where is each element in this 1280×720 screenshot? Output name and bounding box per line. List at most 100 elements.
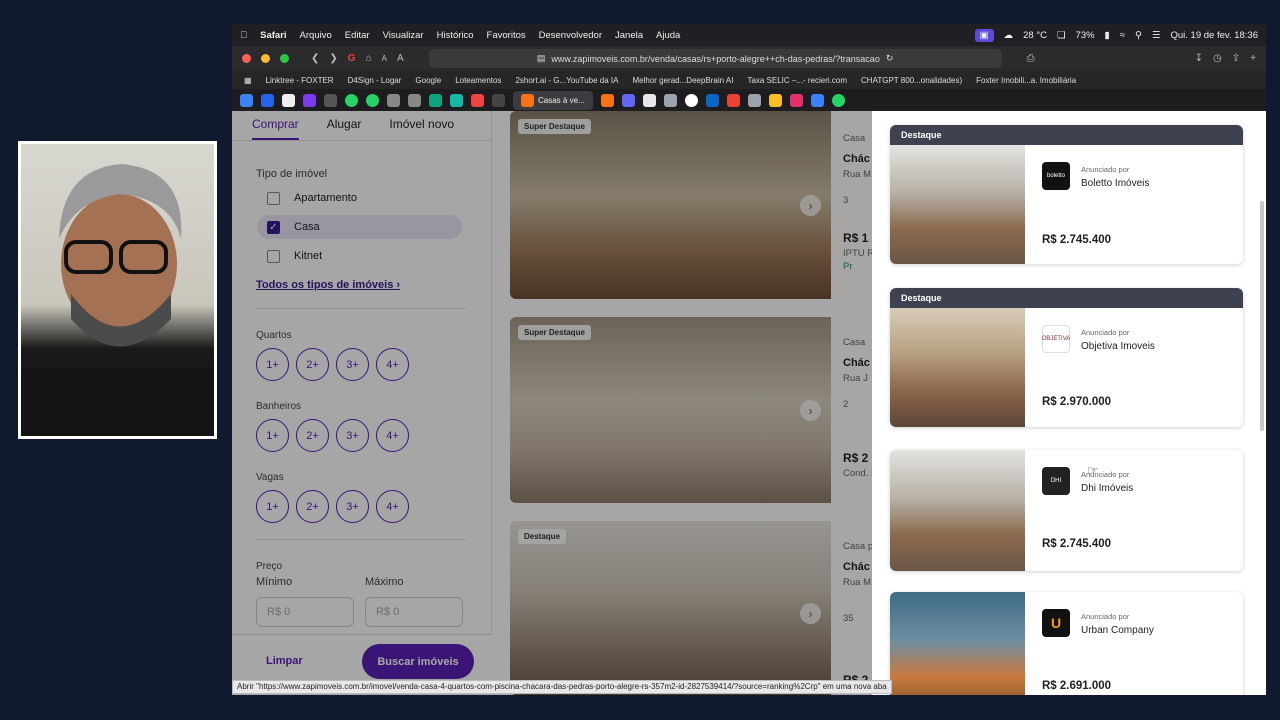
presenter-video: [21, 164, 214, 436]
agent-logo: DHI: [1042, 467, 1070, 495]
bookmark-2short[interactable]: 2short.ai - G...YouTube da IA: [515, 76, 618, 85]
minimize-window-button[interactable]: [261, 54, 270, 63]
agent-ad-card[interactable]: Destaque boletto Anunciado por Boletto I…: [890, 125, 1243, 264]
tab-icon-13[interactable]: [492, 93, 505, 107]
menu-visualizar[interactable]: Visualizar: [383, 30, 424, 41]
agent-logo: OBJETIVA: [1042, 325, 1070, 353]
ad-header: Destaque: [890, 288, 1243, 308]
bookmark-linktree[interactable]: Linktree - FOXTER: [266, 76, 334, 85]
anunciado-por-label: Anunciado por: [1081, 165, 1130, 174]
menu-desenvolvedor[interactable]: Desenvolvedor: [539, 30, 602, 41]
whatsapp-icon[interactable]: [366, 93, 379, 107]
spotlight-search-icon[interactable]: ⚲: [1135, 30, 1142, 41]
agent-ad-card[interactable]: U Anunciado por Urban Company R$ 2.691.0…: [890, 592, 1243, 695]
tab-icon-8[interactable]: [387, 93, 400, 107]
menu-historico[interactable]: Histórico: [437, 30, 474, 41]
agent-ad-card[interactable]: Destaque OBJETIVA Anunciado por Objetiva…: [890, 288, 1243, 427]
menu-editar[interactable]: Editar: [345, 30, 370, 41]
drive-icon[interactable]: [768, 93, 782, 107]
status-bar: Abrir "https://www.zapimoveis.com.br/imo…: [232, 680, 892, 694]
print-icon[interactable]: ⎙: [1027, 53, 1035, 64]
agents-modal: Destaque boletto Anunciado por Boletto I…: [872, 111, 1266, 695]
screen-record-icon[interactable]: ▣: [974, 28, 994, 42]
hand-cursor-icon: ☞: [1087, 463, 1099, 478]
bookmark-deepbrain[interactable]: Melhor gerad...DeepBrain AI: [632, 76, 733, 85]
bookmark-foxter[interactable]: Foxter Imobili...a. Imobiliária: [976, 76, 1076, 85]
tab-icon-15[interactable]: [600, 93, 614, 107]
ad-photo[interactable]: [890, 308, 1025, 427]
menu-janela[interactable]: Janela: [615, 30, 643, 41]
tab-icon-3[interactable]: [282, 93, 295, 107]
tab-icon-10[interactable]: [429, 93, 442, 107]
bookmark-google[interactable]: Google: [415, 76, 441, 85]
modal-scrollbar[interactable]: [1260, 201, 1264, 431]
agent-ad-card[interactable]: DHI Anunciado por Dhi Imóveis R$ 2.745.4…: [890, 450, 1243, 571]
mac-menubar:  Safari Arquivo Editar Visualizar Histó…: [232, 24, 1266, 46]
ad-photo[interactable]: [890, 145, 1025, 264]
address-bar[interactable]: ▤ www.zapimoveis.com.br/venda/casas/rs+p…: [428, 49, 1002, 68]
control-center-icon[interactable]: ☰: [1152, 30, 1161, 41]
tab-active[interactable]: Casas à ve...: [513, 90, 593, 110]
tab-icon-16[interactable]: [621, 93, 635, 107]
whatsapp-icon[interactable]: [345, 93, 358, 107]
bookmarks-bar: ▦ Linktree - FOXTER D4Sign - Logar Googl…: [232, 71, 1266, 89]
tab-icon-22[interactable]: [747, 93, 761, 107]
weather-text: 28 °C: [1023, 29, 1047, 41]
agent-logo: boletto: [1042, 162, 1070, 190]
menu-favoritos[interactable]: Favoritos: [487, 30, 526, 41]
google-icon[interactable]: G: [348, 53, 356, 64]
menu-arquivo[interactable]: Arquivo: [300, 30, 332, 41]
battery-icon[interactable]: ▮: [1105, 30, 1110, 41]
zoom-window-button[interactable]: [280, 54, 289, 63]
google-tab-icon[interactable]: [684, 93, 698, 107]
reader-small-text-button[interactable]: A: [382, 54, 387, 63]
home-icon[interactable]: ⌂: [366, 53, 372, 64]
bookmark-taxa-selic[interactable]: Taxa SELIC –...- recieri.com: [747, 76, 847, 85]
back-arrow-icon[interactable]: ❮: [311, 53, 319, 64]
downloads-icon[interactable]: ↧: [1195, 53, 1203, 64]
bookmark-d4sign[interactable]: D4Sign - Logar: [348, 76, 402, 85]
whatsapp-icon[interactable]: [831, 93, 845, 107]
instagram-icon[interactable]: [789, 93, 803, 107]
agent-name: Objetiva Imoveis: [1081, 341, 1155, 352]
screens-icon[interactable]: ❏: [1057, 30, 1066, 41]
reader-large-text-button[interactable]: A: [397, 53, 404, 64]
tab-icon-12[interactable]: [471, 93, 484, 107]
safari-toolbar: ❮ ❯ G ⌂ A A ▤ www.zapimoveis.com.br/vend…: [232, 46, 1266, 71]
tab-icon-11[interactable]: [450, 93, 463, 107]
url-text[interactable]: www.zapimoveis.com.br/venda/casas/rs+por…: [551, 54, 879, 64]
tab-icon-2[interactable]: [261, 93, 274, 107]
apps-grid-icon[interactable]: ▦: [244, 76, 252, 85]
tab-icon-5[interactable]: [324, 93, 337, 107]
tab-icon-9[interactable]: [408, 93, 421, 107]
cloud-icon: ☁: [1003, 29, 1014, 41]
page-settings-icon[interactable]: ▤: [537, 53, 546, 64]
share-icon[interactable]: ⇧: [1232, 53, 1240, 64]
tab-icon-17[interactable]: [642, 93, 656, 107]
ad-photo[interactable]: [890, 592, 1025, 695]
wifi-icon[interactable]: ≈: [1120, 30, 1125, 41]
tab-icon-18[interactable]: [663, 93, 677, 107]
agent-name: Dhi Imóveis: [1081, 483, 1134, 494]
reload-icon[interactable]: ↻: [886, 53, 894, 64]
bookmark-loteamentos[interactable]: Loteamentos: [455, 76, 501, 85]
history-icon[interactable]: ◷: [1213, 53, 1222, 64]
new-tab-icon[interactable]: +: [1250, 53, 1256, 64]
linkedin-icon[interactable]: [705, 93, 719, 107]
tab-icon-4[interactable]: [303, 93, 316, 107]
anunciado-por-label: Anunciado por: [1081, 612, 1130, 621]
agent-name: Urban Company: [1081, 625, 1154, 636]
ad-price: R$ 2.745.400: [1042, 538, 1112, 550]
menu-ajuda[interactable]: Ajuda: [656, 30, 680, 41]
close-window-button[interactable]: [242, 54, 251, 63]
tab-icon-25[interactable]: [810, 93, 824, 107]
ad-photo[interactable]: [890, 450, 1025, 571]
apple-icon[interactable]: : [240, 30, 247, 41]
modal-backdrop[interactable]: [232, 111, 872, 695]
forward-arrow-icon[interactable]: ❯: [329, 53, 337, 64]
gmail-icon[interactable]: [726, 93, 740, 107]
menu-app-name[interactable]: Safari: [260, 30, 286, 41]
bookmark-chatgpt[interactable]: CHATGPT 800...onalidades): [861, 76, 962, 85]
datetime[interactable]: Qui. 19 de fev. 18:36: [1171, 30, 1259, 41]
tab-icon-1[interactable]: [240, 93, 253, 107]
